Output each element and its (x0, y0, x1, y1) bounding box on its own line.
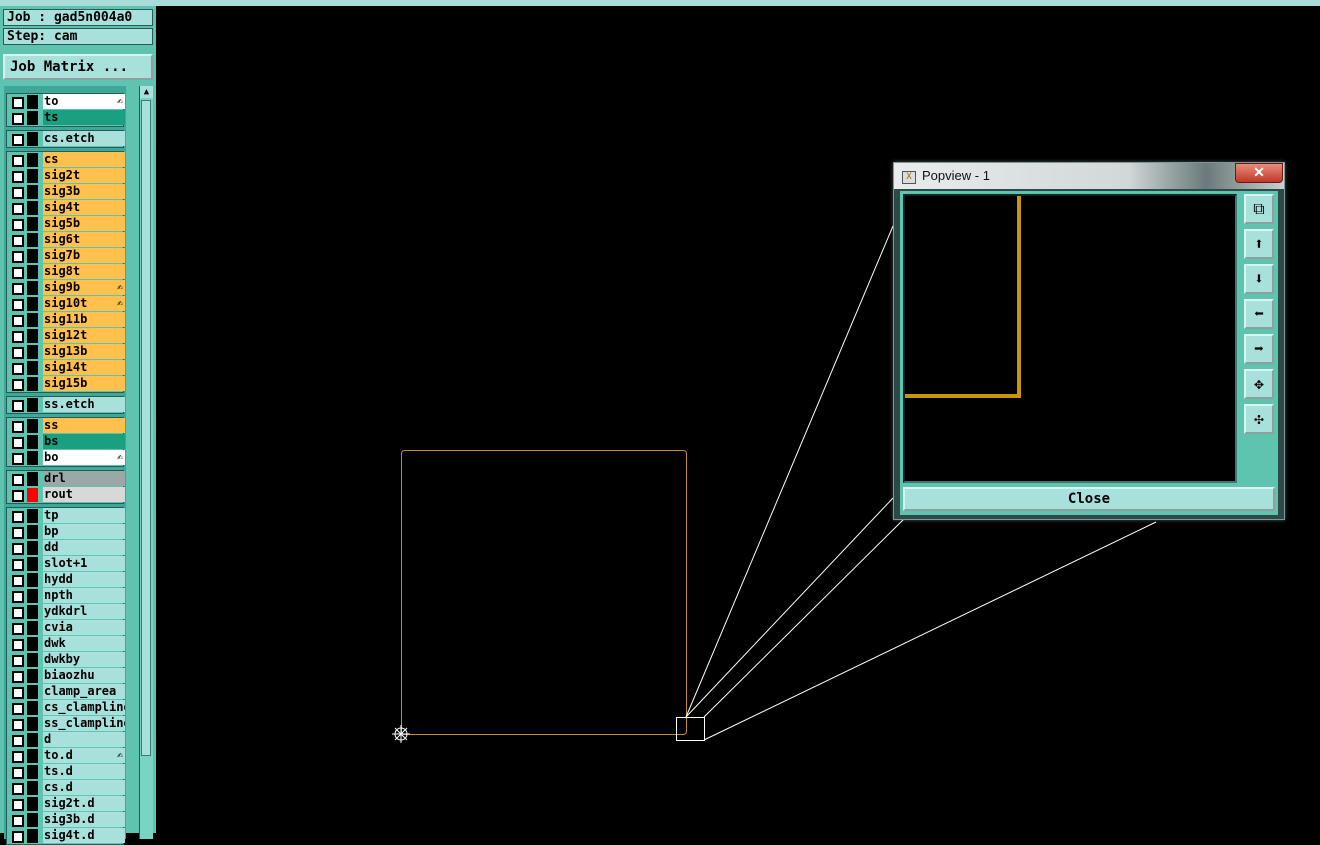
popview-canvas[interactable] (903, 194, 1237, 483)
pan-left-icon[interactable]: ⬅ (1244, 299, 1274, 329)
pan-right-icon[interactable]: ➡ (1244, 334, 1274, 364)
pan-up-icon[interactable]: ⬆ (1244, 229, 1274, 259)
popview-body: ⧉ ⬆ ⬇ ⬅ ➡ ✥ ✣ Close (900, 191, 1278, 515)
close-button[interactable]: Close (903, 487, 1275, 511)
popview-titlebar[interactable]: X Popview - 1 ✕ (894, 163, 1284, 189)
app-icon: X (902, 171, 916, 184)
zoom-guide-line (685, 225, 894, 718)
zoom-in-icon[interactable]: ✥ (1244, 369, 1274, 399)
popview-trace (905, 196, 1021, 398)
zoom-out-icon[interactable]: ✣ (1244, 404, 1274, 434)
window-close-button[interactable]: ✕ (1235, 163, 1283, 183)
zoom-guide-line (703, 517, 906, 718)
zoom-guide-line (685, 497, 894, 718)
zoom-fit-icon[interactable]: ⧉ (1244, 194, 1274, 224)
popview-title: Popview - 1 (922, 168, 990, 183)
zoom-region-box (676, 717, 705, 741)
popview-window[interactable]: X Popview - 1 ✕ ⧉ ⬆ ⬇ ⬅ ➡ ✥ ✣ Close (893, 162, 1285, 520)
origin-crosshair-icon (392, 725, 410, 743)
pan-down-icon[interactable]: ⬇ (1244, 264, 1274, 294)
popview-toolbar: ⧉ ⬆ ⬇ ⬅ ➡ ✥ ✣ (1242, 194, 1276, 486)
board-profile (401, 450, 687, 735)
zoom-guide-line (703, 521, 1157, 741)
